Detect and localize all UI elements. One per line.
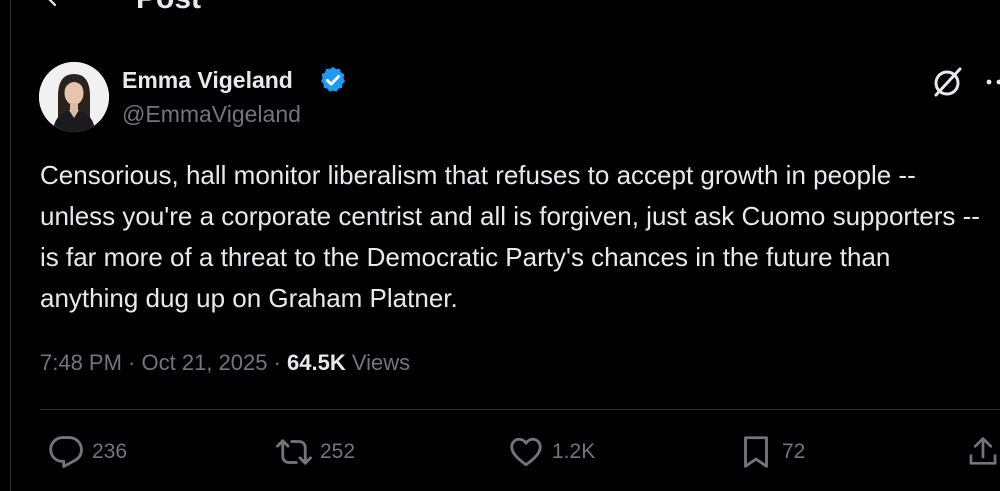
post-time[interactable]: 7:48 PM	[40, 350, 122, 375]
meta-separator: ·	[121, 350, 142, 375]
page-title: Post	[136, 0, 201, 14]
reply-button[interactable]: 236	[48, 434, 127, 470]
views-label: Views	[351, 350, 411, 375]
divider	[40, 409, 1000, 410]
author-handle[interactable]: @EmmaVigeland	[122, 100, 301, 128]
bookmark-count: 72	[782, 440, 806, 463]
views-count: 64.5K	[287, 350, 346, 375]
post-date[interactable]: Oct 21, 2025	[142, 350, 268, 375]
repost-button[interactable]: 252	[276, 434, 355, 470]
avatar[interactable]	[39, 62, 109, 132]
repost-icon	[276, 434, 312, 470]
more-icon[interactable]	[984, 68, 1000, 96]
bookmark-icon	[738, 434, 774, 470]
column-border	[10, 0, 11, 491]
share-icon	[966, 434, 1000, 470]
reply-icon	[48, 434, 84, 470]
post-meta: 7:48 PM · Oct 21, 2025 · 64.5K Views	[40, 348, 410, 378]
verified-badge-icon	[318, 65, 348, 95]
bookmark-button[interactable]: 72	[738, 434, 805, 470]
share-button[interactable]	[966, 434, 1000, 470]
repost-count: 252	[320, 440, 356, 463]
like-count: 1.2K	[552, 440, 596, 463]
reply-count: 236	[92, 440, 128, 463]
post-text: Censorious, hall monitor liberalism that…	[40, 160, 980, 313]
grok-icon[interactable]	[930, 64, 966, 100]
top-bar: Post	[0, 0, 1000, 14]
like-icon	[508, 434, 544, 470]
like-button[interactable]: 1.2K	[508, 434, 595, 470]
back-arrow-icon[interactable]	[44, 0, 68, 10]
author-name[interactable]: Emma Vigeland	[122, 66, 293, 94]
meta-separator: ·	[267, 350, 288, 375]
